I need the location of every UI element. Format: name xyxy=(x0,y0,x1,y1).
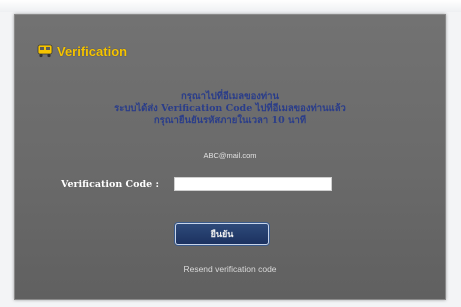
bus-icon xyxy=(37,44,53,58)
email-address: ABC@mail.com xyxy=(203,151,257,160)
resend-verification-link[interactable]: Resend verification code xyxy=(15,264,445,274)
verification-code-label: Verification Code : xyxy=(61,179,159,190)
verification-panel: Verification กรุณาไปที่อีเมลของท่าน ระบบ… xyxy=(14,14,446,300)
confirm-button[interactable]: ยืนยัน xyxy=(175,223,269,245)
panel-header: Verification xyxy=(37,41,127,61)
message-line-3: กรุณายืนยันรหัสภายในเวลา 10 นาที xyxy=(153,115,307,126)
top-background-strip xyxy=(0,0,461,12)
verification-code-input[interactable] xyxy=(174,177,332,191)
panel-title: Verification xyxy=(57,43,128,59)
